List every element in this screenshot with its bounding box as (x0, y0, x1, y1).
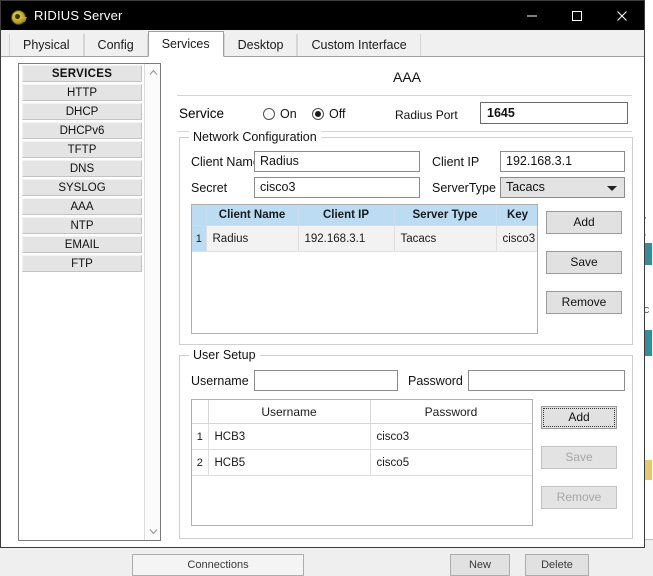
cell-rownum: 1 (192, 225, 207, 252)
sidebar-item-ntp[interactable]: NTP (22, 217, 142, 234)
client-ip-input[interactable]: 192.168.3.1 (500, 151, 625, 172)
maximize-icon[interactable] (554, 1, 599, 30)
th-key: Key (496, 205, 537, 226)
cell-client-name: Radius (206, 225, 299, 252)
divider-top (177, 95, 632, 96)
service-row: Service On Off Radius Port 1645 (173, 100, 641, 130)
scroll-up-icon[interactable] (145, 64, 161, 81)
radio-on-icon (263, 108, 275, 120)
tab-services[interactable]: Services (147, 31, 224, 57)
service-radio-on-label: On (280, 107, 297, 121)
sidebar-item-dhcp[interactable]: DHCP (22, 103, 142, 120)
page-title: AAA (392, 69, 421, 85)
chevron-down-icon (607, 186, 617, 191)
username-input[interactable] (254, 370, 398, 391)
table-row[interactable]: 1 Radius 192.168.3.1 Tacacs cisco3 (192, 225, 537, 252)
sidebar-item-aaa[interactable]: AAA (22, 198, 142, 215)
th-client-name: Client Name (206, 205, 299, 226)
background-connections-button[interactable]: Connections (132, 554, 304, 576)
sidebar-item-ftp[interactable]: FTP (22, 255, 142, 272)
cell-username: HCB3 (208, 423, 371, 450)
network-configuration-legend: Network Configuration (189, 130, 321, 144)
th-username: Username (208, 400, 371, 424)
table-header-row: Client Name Client IP Server Type Key (192, 205, 537, 226)
password-input[interactable] (468, 370, 625, 391)
cell-client-ip: 192.168.3.1 (298, 225, 395, 252)
background-new-button[interactable]: New (450, 554, 510, 576)
user-setup-group: User Setup Username Password Username Pa… (179, 348, 633, 539)
client-name-input[interactable]: Radius (254, 151, 420, 172)
services-list-header: SERVICES (22, 65, 142, 82)
radius-port-input[interactable]: 1645 (480, 102, 628, 124)
network-save-button[interactable]: Save (546, 251, 622, 274)
sidebar-item-dhcpv6[interactable]: DHCPv6 (22, 122, 142, 139)
user-setup-legend: User Setup (189, 348, 260, 362)
client-name-label: Client Name (191, 155, 260, 169)
username-label: Username (191, 374, 249, 388)
table-header-row: Username Password (192, 400, 532, 424)
th-password: Password (370, 400, 532, 424)
scroll-down-icon[interactable] (145, 523, 161, 540)
th-client-ip: Client IP (298, 205, 395, 226)
password-label: Password (408, 374, 463, 388)
services-sidebar: SERVICES HTTP DHCP DHCPv6 TFTP DNS SYSLO… (18, 63, 161, 541)
network-configuration-table[interactable]: Client Name Client IP Server Type Key 1 … (191, 204, 538, 334)
user-add-button[interactable]: Add (541, 406, 617, 429)
ridius-server-window: RIDIUS Server Physical Config Services D… (0, 0, 645, 548)
cell-rownum: 1 (192, 423, 209, 450)
background-delete-button[interactable]: Delete (525, 554, 589, 576)
service-radio-off-label: Off (329, 107, 346, 121)
sidebar-item-syslog[interactable]: SYSLOG (22, 179, 142, 196)
window-controls (509, 1, 644, 30)
aaa-pane: AAA Service On Off Radius Port 1645 Netw… (173, 57, 641, 547)
close-icon[interactable] (599, 1, 644, 30)
service-radio-off[interactable]: Off (312, 107, 345, 121)
app-badge-icon (10, 8, 27, 25)
th-server-type: Server Type (394, 205, 497, 226)
secret-label: Secret (191, 181, 228, 195)
table-row[interactable]: 1 HCB3 cisco3 (192, 423, 532, 450)
network-add-button[interactable]: Add (546, 211, 622, 234)
cell-server-type: Tacacs (394, 225, 497, 252)
table-row[interactable]: 2 HCB5 cisco5 (192, 449, 532, 476)
user-save-button: Save (541, 446, 617, 469)
cell-rownum: 2 (192, 449, 209, 476)
tab-desktop[interactable]: Desktop (223, 34, 298, 56)
user-setup-table[interactable]: Username Password 1 HCB3 cisco3 2 HCB5 c… (191, 399, 533, 526)
server-type-select[interactable]: Tacacs (500, 177, 625, 198)
radius-port-label: Radius Port (395, 108, 458, 122)
th-rownum (192, 400, 209, 424)
radio-off-icon (312, 108, 324, 120)
server-type-value: Tacacs (506, 180, 545, 194)
minimize-icon[interactable] (509, 1, 554, 30)
cell-password: cisco5 (370, 449, 532, 476)
secret-input[interactable]: cisco3 (254, 177, 420, 198)
sidebar-scrollbar[interactable] (144, 64, 160, 540)
network-remove-button[interactable]: Remove (546, 291, 622, 314)
server-type-label: ServerType (432, 181, 496, 195)
cell-key: cisco3 (496, 225, 537, 252)
tab-config[interactable]: Config (83, 34, 148, 56)
sidebar-item-email[interactable]: EMAIL (22, 236, 142, 253)
sidebar-item-tftp[interactable]: TFTP (22, 141, 142, 158)
sidebar-item-http[interactable]: HTTP (22, 84, 142, 101)
th-rownum (192, 205, 207, 226)
cell-password: cisco3 (370, 423, 532, 450)
services-panel: SERVICES HTTP DHCP DHCPv6 TFTP DNS SYSLO… (1, 57, 644, 547)
client-ip-label: Client IP (432, 155, 480, 169)
network-configuration-group: Network Configuration Client Name Radius… (179, 130, 633, 345)
tab-custom-interface[interactable]: Custom Interface (297, 34, 421, 56)
cell-username: HCB5 (208, 449, 371, 476)
user-remove-button: Remove (541, 486, 617, 509)
service-radio-on[interactable]: On (263, 107, 297, 121)
window-title: RIDIUS Server (34, 8, 123, 23)
tab-bar: Physical Config Services Desktop Custom … (1, 30, 644, 57)
sidebar-item-dns[interactable]: DNS (22, 160, 142, 177)
services-list: SERVICES HTTP DHCP DHCPv6 TFTP DNS SYSLO… (19, 64, 144, 540)
tab-physical[interactable]: Physical (9, 34, 84, 56)
service-label: Service (179, 106, 225, 121)
window-titlebar[interactable]: RIDIUS Server (1, 1, 644, 30)
